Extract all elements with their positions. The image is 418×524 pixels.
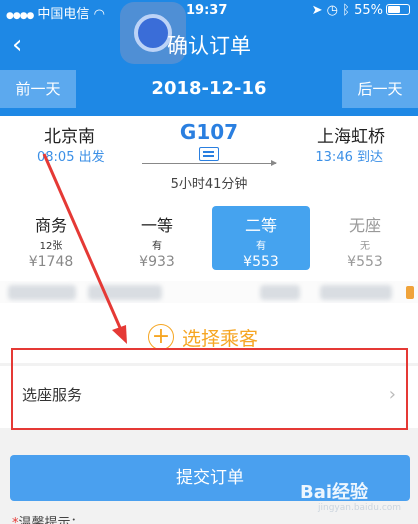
notice-icon [406, 286, 414, 299]
wifi-icon: ◠ [93, 7, 105, 22]
trip-duration: 5小时41分钟 [170, 177, 248, 192]
notice-strip [0, 281, 418, 303]
alarm-icon: ◷ [326, 3, 338, 18]
select-passenger-label: 选择乘客 [182, 328, 259, 350]
status-bar: ●●●● 中国电信 ◠ 19:37 ➤ ◷ ᛒ 55% [0, 0, 418, 22]
baidu-watermark-url: jingyan.baidu.com [318, 503, 402, 513]
carrier-info: ●●●● 中国电信 ◠ [6, 3, 105, 22]
header-bar: ●●●● 中国电信 ◠ 19:37 ➤ ◷ ᛒ 55% ‹ 确认订单 前一天 20… [0, 0, 418, 116]
to-station: 上海虹桥 [317, 127, 385, 147]
next-day-button[interactable]: 后一天 [342, 70, 418, 108]
seat-price: ¥1748 [28, 254, 74, 270]
baidu-watermark: Bai经验 [300, 482, 369, 503]
seat-availability: 有 [256, 241, 266, 252]
page-title: 确认订单 [167, 34, 251, 58]
warm-tip: *温馨提示： [12, 512, 84, 524]
seat-class-standing[interactable]: 无座 无 ¥553 [316, 206, 414, 270]
plus-circle-icon: + [148, 324, 174, 350]
annotation-highlight-box [11, 348, 408, 430]
seat-class-name: 无座 [348, 216, 381, 235]
battery-percent: 55% [354, 3, 383, 18]
arrival-time: 13:46 到达 [315, 150, 383, 165]
signal-icon: ●●●● [6, 11, 34, 21]
seat-class-name: 一等 [140, 216, 173, 235]
status-time: 19:37 [186, 3, 228, 18]
seat-availability: 无 [360, 241, 370, 252]
blurred-text [88, 285, 162, 300]
seat-class-name: 二等 [244, 216, 277, 235]
carrier-name: 中国电信 [37, 7, 90, 22]
blurred-text [320, 285, 392, 300]
seat-class-first[interactable]: 一等 有 ¥933 [108, 206, 206, 270]
seat-class-business[interactable]: 商务 12张 ¥1748 [2, 206, 100, 270]
seat-class-second-selected[interactable]: 二等 有 ¥553 [212, 206, 310, 270]
seat-price: ¥933 [139, 254, 175, 270]
departure-time: 08:05 出发 [37, 150, 105, 165]
date-bar: 前一天 2018-12-16 后一天 [0, 70, 418, 108]
status-right: ➤ ◷ ᛒ 55% [312, 3, 410, 18]
bluetooth-icon: ᛒ [342, 3, 350, 18]
timetable-icon[interactable] [199, 147, 219, 161]
blurred-text [260, 285, 300, 300]
battery-icon [386, 4, 410, 15]
seat-class-name: 商务 [34, 216, 67, 235]
seat-availability: 12张 [39, 241, 63, 252]
seat-price: ¥553 [243, 254, 279, 270]
train-info-card: 北京南 08:05 出发 G107 5小时41分钟 上海虹桥 13:46 到达 … [0, 116, 418, 281]
location-icon: ➤ [311, 3, 323, 18]
seat-availability: 有 [152, 241, 162, 252]
route-arrow [142, 160, 277, 166]
seat-price: ¥553 [347, 254, 383, 270]
blurred-text [8, 285, 76, 300]
tip-label: 温馨提示： [18, 516, 84, 524]
